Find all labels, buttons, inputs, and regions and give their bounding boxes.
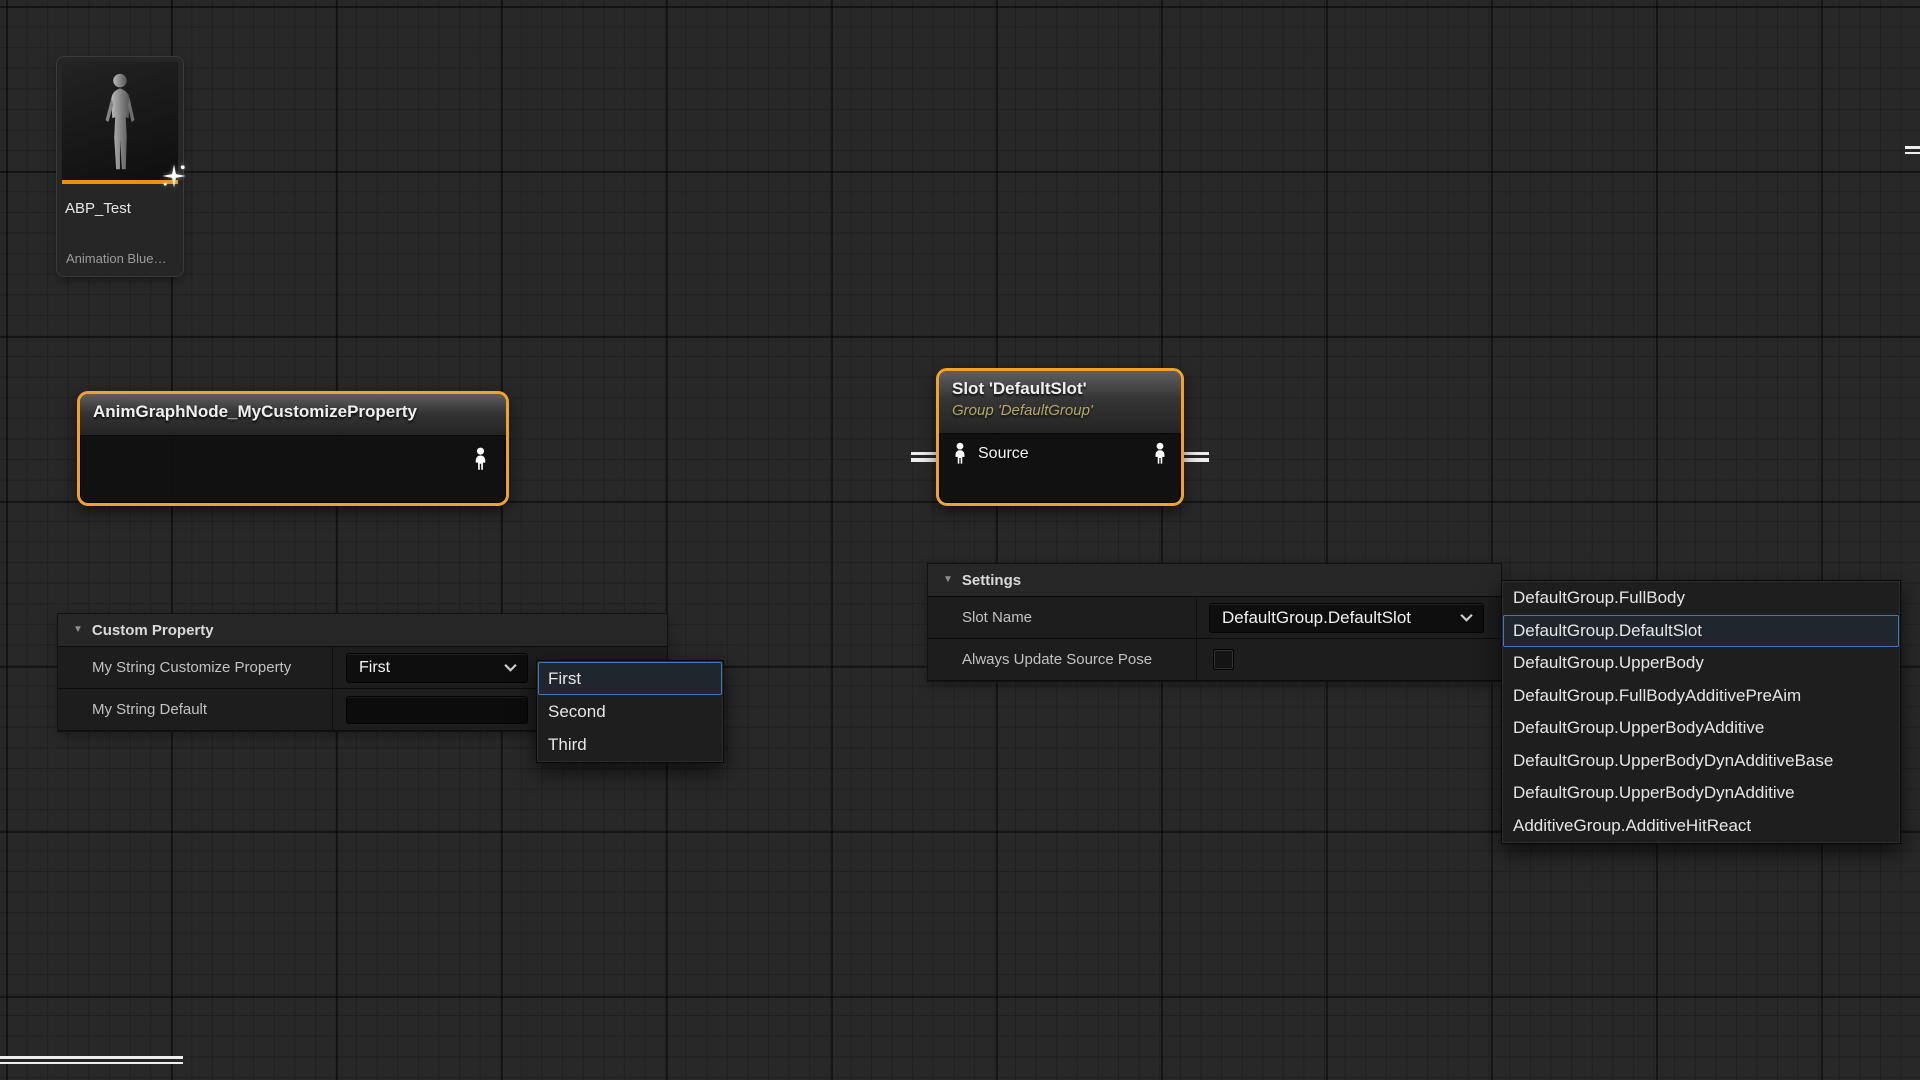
node-body	[80, 436, 506, 500]
slot-option[interactable]: AdditiveGroup.AdditiveHitReact	[1503, 810, 1899, 843]
slot-name-dropdown[interactable]: DefaultGroup.DefaultSlot	[1209, 603, 1484, 633]
asset-type-label: Animation Blue…	[66, 251, 166, 266]
node-animgraph-my-customize-property[interactable]: AnimGraphNode_MyCustomizeProperty	[77, 391, 509, 506]
slot-output-wire-stub	[1181, 452, 1209, 462]
node-slot-defaultslot[interactable]: Slot 'DefaultSlot' Group 'DefaultGroup' …	[936, 368, 1184, 506]
node-title: AnimGraphNode_MyCustomizeProperty	[93, 402, 493, 422]
slot-option[interactable]: DefaultGroup.FullBody	[1503, 582, 1899, 615]
category-label: Settings	[962, 572, 1021, 589]
expander-arrow-icon[interactable]: ▼	[943, 575, 953, 585]
chevron-down-icon	[504, 663, 517, 672]
custom-property-category-header[interactable]: ▼ Custom Property	[58, 614, 667, 647]
slot-name-dropdown-menu: DefaultGroup.FullBody DefaultGroup.Defau…	[1501, 580, 1901, 844]
category-label: Custom Property	[92, 622, 214, 639]
dropdown-option-second[interactable]: Second	[538, 695, 722, 728]
source-pin-label: Source	[978, 445, 1029, 463]
asset-thumbnail	[62, 62, 178, 180]
asset-title: ABP_Test	[62, 200, 178, 217]
property-row-slot-name: Slot Name DefaultGroup.DefaultSlot	[928, 597, 1501, 639]
slot-option[interactable]: DefaultGroup.UpperBodyDynAdditive	[1503, 777, 1899, 810]
slot-option[interactable]: DefaultGroup.FullBodyAdditivePreAim	[1503, 680, 1899, 713]
offscreen-pose-wire-top-right	[1905, 146, 1920, 154]
dropdown-current-value: First	[359, 659, 390, 677]
property-label: My String Customize Property	[58, 647, 333, 688]
node-header[interactable]: Slot 'DefaultSlot' Group 'DefaultGroup'	[939, 371, 1181, 434]
node-subtitle: Group 'DefaultGroup'	[952, 402, 1168, 419]
graph-grid	[0, 0, 1920, 1080]
slot-option[interactable]: DefaultGroup.UpperBody	[1503, 647, 1899, 680]
sparkle-icon	[160, 162, 188, 190]
property-label: Always Update Source Pose	[928, 639, 1197, 680]
property-label: My String Default	[58, 689, 333, 730]
property-label: Slot Name	[928, 597, 1197, 638]
dropdown-option-third[interactable]: Third	[538, 728, 722, 761]
my-string-customize-dropdown[interactable]: First	[346, 653, 528, 683]
asset-tile-abp-test[interactable]: ABP_Test Animation Blue…	[57, 57, 183, 276]
slot-option[interactable]: DefaultGroup.UpperBodyDynAdditiveBase	[1503, 745, 1899, 778]
node-title: Slot 'DefaultSlot'	[952, 379, 1168, 399]
slot-option-selected[interactable]: DefaultGroup.DefaultSlot	[1503, 615, 1899, 648]
always-update-source-pose-checkbox[interactable]	[1213, 649, 1234, 670]
node-body: Source	[939, 434, 1181, 500]
pose-output-pin-icon[interactable]	[471, 447, 490, 471]
node-header[interactable]: AnimGraphNode_MyCustomizeProperty	[80, 394, 506, 436]
mannequin-icon	[91, 70, 149, 176]
pose-output-pin-icon[interactable]	[1151, 442, 1169, 465]
settings-panel: ▼ Settings Slot Name DefaultGroup.Defaul…	[928, 564, 1501, 681]
property-row-always-update-source-pose: Always Update Source Pose	[928, 639, 1501, 681]
pose-input-pin-icon[interactable]	[951, 442, 969, 465]
my-string-default-input[interactable]	[346, 696, 528, 724]
settings-category-header[interactable]: ▼ Settings	[928, 564, 1501, 597]
dropdown-option-first[interactable]: First	[538, 662, 722, 695]
expander-arrow-icon[interactable]: ▼	[73, 625, 83, 635]
slot-input-wire-stub	[911, 452, 938, 462]
dropdown-current-value: DefaultGroup.DefaultSlot	[1222, 608, 1411, 628]
slot-option[interactable]: DefaultGroup.UpperBodyAdditive	[1503, 712, 1899, 745]
offscreen-pose-wire-bottom-left	[0, 1056, 183, 1064]
chevron-down-icon	[1460, 613, 1473, 622]
string-property-dropdown-menu: First Second Third	[536, 660, 724, 763]
source-input-pin[interactable]: Source	[951, 442, 1029, 465]
blueprint-graph-canvas[interactable]: ABP_Test Animation Blue… AnimGraphNode_M…	[0, 0, 1920, 1080]
